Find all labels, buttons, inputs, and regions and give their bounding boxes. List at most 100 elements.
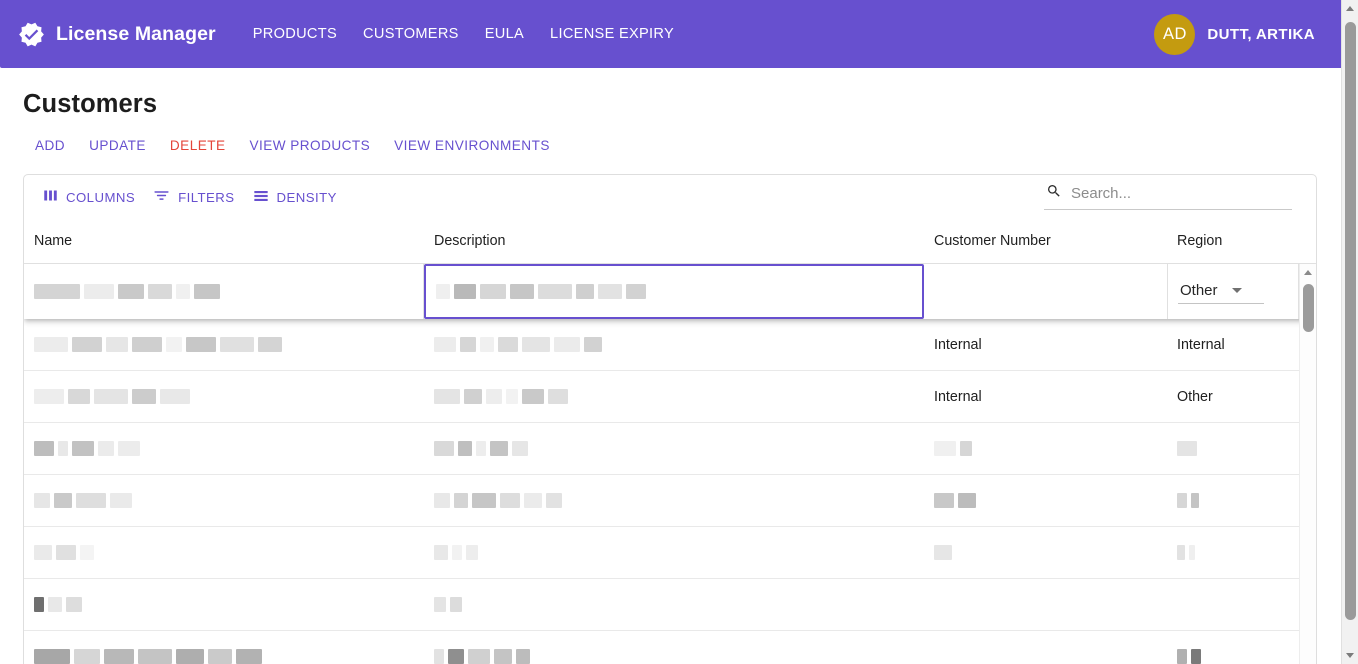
- cell-name[interactable]: [24, 264, 424, 319]
- top-navigation-bar: License Manager PRODUCTS CUSTOMERS EULA …: [0, 0, 1341, 68]
- column-header-customer-number[interactable]: Customer Number: [924, 233, 1167, 249]
- cell-region[interactable]: Other: [1167, 389, 1299, 405]
- cell-description[interactable]: [424, 493, 924, 508]
- update-button[interactable]: UPDATE: [77, 131, 158, 160]
- cell-description-focused[interactable]: [424, 264, 924, 319]
- redacted-block: [72, 337, 102, 352]
- cell-region[interactable]: [1167, 493, 1299, 508]
- redacted-block: [194, 284, 220, 299]
- filters-button[interactable]: FILTERS: [144, 181, 243, 213]
- cell-customer-number[interactable]: [924, 493, 1167, 508]
- page-scroll-down-arrow[interactable]: [1342, 647, 1358, 664]
- cell-description[interactable]: [424, 389, 924, 404]
- cell-description[interactable]: [424, 545, 924, 560]
- redacted-name-value: [34, 284, 220, 299]
- cell-name[interactable]: [24, 337, 424, 352]
- redacted-value: [1177, 545, 1289, 560]
- cell-name[interactable]: [24, 545, 424, 560]
- table-row[interactable]: [24, 423, 1316, 475]
- density-button-label: DENSITY: [276, 189, 337, 205]
- redacted-block: [452, 545, 462, 560]
- columns-button[interactable]: COLUMNS: [34, 182, 144, 212]
- column-header-name[interactable]: Name: [24, 233, 424, 249]
- table-row[interactable]: [24, 475, 1316, 527]
- nav-link-customers[interactable]: CUSTOMERS: [350, 18, 472, 50]
- table-row[interactable]: Internal Internal: [24, 319, 1316, 371]
- cell-name[interactable]: [24, 597, 424, 612]
- cell-customer-number[interactable]: [924, 441, 1167, 456]
- redacted-block: [434, 545, 448, 560]
- page-header: Customers ADD UPDATE DELETE VIEW PRODUCT…: [0, 68, 1341, 160]
- add-button[interactable]: ADD: [23, 131, 77, 160]
- cell-description[interactable]: [424, 441, 924, 456]
- column-header-region[interactable]: Region: [1167, 233, 1299, 249]
- grid-vertical-scrollbar[interactable]: [1299, 264, 1316, 664]
- cell-description[interactable]: [424, 649, 924, 664]
- column-header-description[interactable]: Description: [424, 233, 924, 249]
- cell-region[interactable]: [1167, 441, 1299, 456]
- search-box[interactable]: [1044, 183, 1292, 210]
- redacted-block: [94, 389, 128, 404]
- cell-customer-number[interactable]: [924, 264, 1167, 319]
- redacted-block: [106, 337, 128, 352]
- redacted-block: [54, 493, 72, 508]
- cell-region[interactable]: [1167, 649, 1299, 664]
- redacted-value: [434, 493, 914, 508]
- cell-name[interactable]: [24, 441, 424, 456]
- redacted-block: [490, 441, 508, 456]
- avatar[interactable]: AD: [1154, 13, 1196, 55]
- cell-region[interactable]: [1167, 545, 1299, 560]
- density-button[interactable]: DENSITY: [244, 182, 346, 213]
- redacted-block: [548, 389, 568, 404]
- redacted-block: [480, 337, 494, 352]
- view-environments-button[interactable]: VIEW ENVIRONMENTS: [382, 131, 562, 160]
- redacted-block: [132, 389, 156, 404]
- redacted-block: [34, 649, 70, 664]
- table-row[interactable]: [24, 579, 1316, 631]
- redacted-block: [118, 284, 144, 299]
- cell-name[interactable]: [24, 493, 424, 508]
- brand: License Manager: [18, 21, 216, 48]
- filter-icon: [153, 187, 170, 207]
- search-input[interactable]: [1071, 184, 1292, 204]
- redacted-block: [476, 441, 486, 456]
- view-products-button[interactable]: VIEW PRODUCTS: [238, 131, 383, 160]
- cell-customer-number[interactable]: [924, 545, 1167, 560]
- cell-region[interactable]: Other: [1167, 264, 1299, 319]
- table-row-editing[interactable]: Other: [24, 264, 1316, 319]
- density-icon: [253, 188, 269, 207]
- grid-scroll-up-arrow[interactable]: [1300, 264, 1316, 280]
- delete-button[interactable]: DELETE: [158, 131, 238, 160]
- redacted-block: [132, 337, 162, 352]
- cell-name[interactable]: [24, 389, 424, 404]
- cell-customer-number[interactable]: Internal: [924, 337, 1167, 353]
- table-row[interactable]: [24, 631, 1316, 664]
- redacted-block: [434, 337, 456, 352]
- region-select[interactable]: Other: [1178, 280, 1264, 304]
- user-area[interactable]: AD DUTT, ARTIKA: [1154, 13, 1341, 55]
- cell-name[interactable]: [24, 649, 424, 664]
- cell-description[interactable]: [424, 337, 924, 352]
- filters-button-label: FILTERS: [178, 189, 235, 205]
- redacted-value: [34, 649, 414, 664]
- page-scroll-thumb[interactable]: [1345, 22, 1356, 620]
- table-row[interactable]: Internal Other: [24, 371, 1316, 423]
- redacted-block: [118, 441, 140, 456]
- redacted-block: [34, 545, 52, 560]
- nav-link-products[interactable]: PRODUCTS: [240, 18, 350, 50]
- redacted-block: [1177, 545, 1185, 560]
- nav-link-eula[interactable]: EULA: [472, 18, 537, 50]
- cell-region[interactable]: Internal: [1167, 337, 1299, 353]
- redacted-block: [524, 493, 542, 508]
- table-row[interactable]: [24, 527, 1316, 579]
- redacted-block: [934, 493, 954, 508]
- cell-description[interactable]: [424, 597, 924, 612]
- redacted-block: [472, 493, 496, 508]
- page-scroll-up-arrow[interactable]: [1342, 0, 1358, 17]
- page-vertical-scrollbar[interactable]: [1341, 0, 1358, 664]
- redacted-block: [176, 284, 190, 299]
- nav-link-license-expiry[interactable]: LICENSE EXPIRY: [537, 18, 687, 50]
- redacted-value: [34, 597, 414, 612]
- cell-customer-number[interactable]: Internal: [924, 389, 1167, 405]
- grid-scroll-thumb[interactable]: [1303, 284, 1314, 332]
